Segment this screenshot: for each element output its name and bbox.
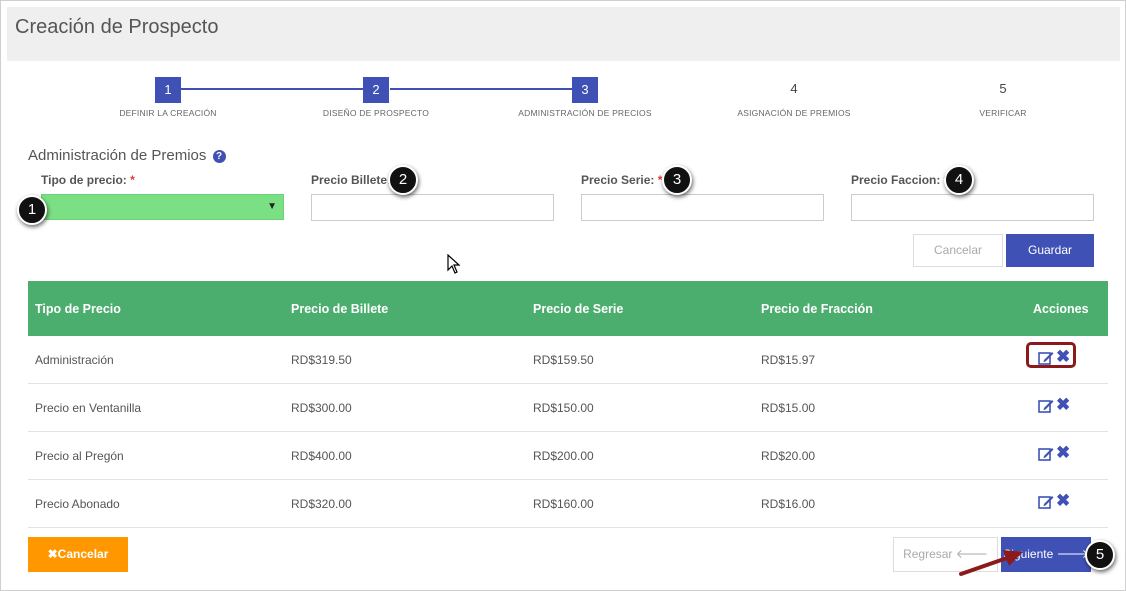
tipo-precio-select[interactable]: ▼	[41, 194, 284, 220]
precio-serie-label-text: Precio Serie:	[581, 173, 655, 187]
step-2-label: DISEÑO DE PROSPECTO	[322, 108, 430, 118]
cell-fraccion: RD$16.00	[761, 497, 816, 511]
step-4-marker[interactable]: 4	[781, 81, 807, 96]
callout-2: 2	[388, 165, 418, 195]
cancel-wizard-button[interactable]: ✖Cancelar	[28, 537, 128, 572]
cell-billete: RD$300.00	[291, 401, 352, 415]
step-connector	[390, 88, 585, 90]
section-title: Administración de Premios ?	[28, 147, 226, 164]
edit-icon[interactable]	[1038, 446, 1054, 462]
callout-1: 1	[17, 195, 47, 225]
delete-icon[interactable]: ✖	[1056, 444, 1070, 462]
column-header-serie: Precio de Serie	[533, 302, 624, 316]
row-actions: ✖	[1032, 348, 1076, 371]
callout-4: 4	[944, 165, 974, 195]
precio-billete-input[interactable]	[311, 194, 554, 221]
cell-fraccion: RD$15.00	[761, 401, 816, 415]
precio-serie-label: Precio Serie: *	[581, 173, 662, 187]
step-5-marker[interactable]: 5	[990, 81, 1016, 96]
cancel-form-button[interactable]: Cancelar	[913, 234, 1003, 267]
table-row: Precio Abonado RD$320.00 RD$160.00 RD$16…	[28, 480, 1108, 528]
cell-tipo: Precio en Ventanilla	[35, 401, 142, 415]
save-button[interactable]: Guardar	[1006, 234, 1094, 267]
row-actions: ✖	[1032, 396, 1076, 419]
delete-icon[interactable]: ✖	[1056, 492, 1070, 510]
cell-billete: RD$400.00	[291, 449, 352, 463]
required-mark: *	[130, 173, 135, 187]
column-header-fraccion: Precio de Fracción	[761, 302, 873, 316]
wizard-card: 1 2 3 4 5 DEFINIR LA CREACIÓN DISEÑO DE …	[15, 61, 1120, 589]
help-icon[interactable]: ?	[212, 150, 226, 163]
section-title-text: Administración de Premios	[28, 147, 207, 164]
delete-icon[interactable]: ✖	[1056, 396, 1070, 414]
step-3-marker[interactable]: 3	[572, 77, 598, 103]
cell-billete: RD$320.00	[291, 497, 352, 511]
cell-tipo: Precio al Pregón	[35, 449, 124, 463]
precio-billete-label-text: Precio Billete:	[311, 173, 392, 187]
step-connector	[181, 88, 376, 90]
annotation-arrow-icon	[959, 550, 1023, 576]
column-header-tipo: Tipo de Precio	[35, 302, 121, 316]
precio-serie-input[interactable]	[581, 194, 824, 221]
step-5-label: VERIFICAR	[979, 108, 1027, 118]
cell-billete: RD$319.50	[291, 353, 352, 367]
page-title: Creación de Prospecto	[15, 16, 219, 38]
precio-faccion-label-text: Precio Faccion:	[851, 173, 941, 187]
table-row: Precio al Pregón RD$400.00 RD$200.00 RD$…	[28, 432, 1108, 480]
table-row: Administración RD$319.50 RD$159.50 RD$15…	[28, 336, 1108, 384]
cell-serie: RD$150.00	[533, 401, 594, 415]
row-actions: ✖	[1032, 492, 1076, 515]
step-2-marker[interactable]: 2	[363, 77, 389, 103]
table-row: Precio en Ventanilla RD$300.00 RD$150.00…	[28, 384, 1108, 432]
precio-faccion-label: Precio Faccion: *	[851, 173, 948, 187]
table-header: Tipo de Precio Precio de Billete Precio …	[28, 281, 1108, 336]
edit-icon[interactable]	[1038, 494, 1054, 510]
app-window: Creación de Prospecto 1 2 3 4 5 DEFINIR …	[0, 0, 1126, 591]
cell-tipo: Precio Abonado	[35, 497, 120, 511]
column-header-acciones: Acciones	[1033, 302, 1089, 316]
step-1-label: DEFINIR LA CREACIÓN	[119, 108, 217, 118]
cell-serie: RD$200.00	[533, 449, 594, 463]
tipo-precio-label-text: Tipo de precio:	[41, 173, 127, 187]
cell-fraccion: RD$15.97	[761, 353, 816, 367]
step-4-label: ASIGNACIÓN DE PREMIOS	[737, 108, 851, 118]
column-header-billete: Precio de Billete	[291, 302, 389, 316]
precio-faccion-input[interactable]	[851, 194, 1094, 221]
step-1-marker[interactable]: 1	[155, 77, 181, 103]
page-header: Creación de Prospecto	[7, 7, 1120, 61]
callout-5: 5	[1085, 540, 1115, 570]
step-3-label: ADMINISTRACIÓN DE PRECIOS	[518, 108, 652, 118]
mouse-cursor-icon	[447, 254, 461, 274]
tipo-precio-label: Tipo de precio: *	[41, 173, 135, 187]
chevron-down-icon: ▼	[267, 201, 277, 212]
cell-serie: RD$159.50	[533, 353, 594, 367]
callout-3: 3	[662, 165, 692, 195]
cell-tipo: Administración	[35, 353, 114, 367]
cell-fraccion: RD$20.00	[761, 449, 816, 463]
precio-billete-label: Precio Billete:	[311, 173, 391, 187]
row-actions: ✖	[1032, 444, 1076, 467]
delete-icon[interactable]: ✖	[1056, 348, 1070, 366]
cell-serie: RD$160.00	[533, 497, 594, 511]
edit-icon[interactable]	[1038, 350, 1054, 366]
edit-icon[interactable]	[1038, 398, 1054, 414]
